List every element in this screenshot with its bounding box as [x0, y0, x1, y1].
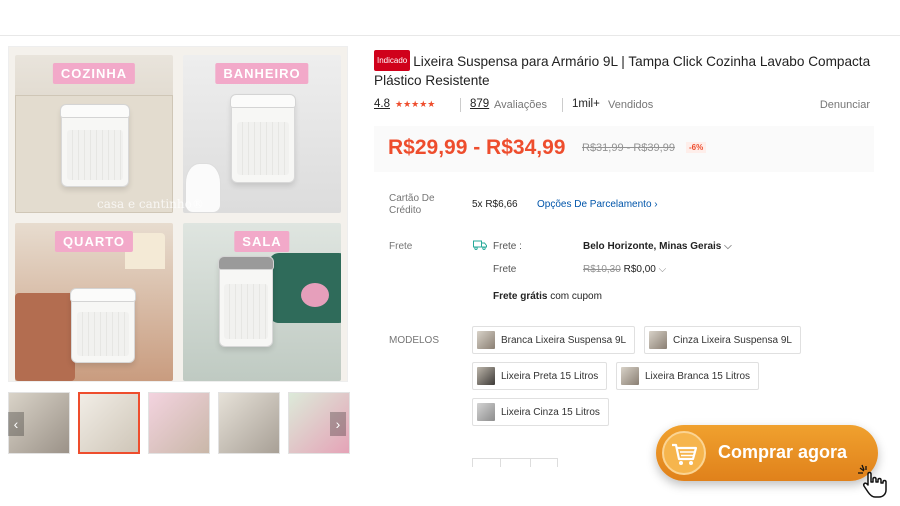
price-box: R$29,99 - R$34,99 R$31,99 - R$39,99 -6% — [374, 126, 874, 172]
product-main-image[interactable]: COZINHA BANHEIRO QUARTO SALA casa e cant… — [8, 46, 348, 382]
quantity-stepper[interactable] — [472, 458, 558, 478]
free-shipping-note: Frete grátis com cupom — [493, 291, 602, 302]
reviews-label: Avaliações — [494, 99, 547, 111]
report-link[interactable]: Denunciar — [820, 99, 870, 111]
model-option[interactable]: Lixeira Branca 15 Litros — [616, 362, 760, 390]
shipping-cost[interactable]: R$10,30 R$0,00 ⌵ — [583, 264, 666, 275]
image-tile-bedroom: QUARTO — [15, 223, 173, 381]
thumbnail-2[interactable] — [78, 392, 140, 454]
variant-thumbnail — [477, 403, 495, 421]
free-shipping-bold: Frete grátis — [493, 291, 548, 302]
variant-thumbnail — [649, 331, 667, 349]
room-label: BANHEIRO — [215, 63, 309, 84]
watermark: casa e cantinho® — [97, 197, 204, 211]
cart-icon — [662, 431, 706, 475]
model-option[interactable]: Lixeira Cinza 15 Litros — [472, 398, 609, 426]
chevron-down-icon: ⌵ — [724, 241, 732, 252]
variant-label: Lixeira Branca 15 Litros — [645, 370, 751, 382]
variant-thumbnail — [477, 367, 495, 385]
rating-stars-icon: ★★★★★ — [395, 99, 436, 109]
original-price-range: R$31,99 - R$39,99 — [582, 142, 675, 154]
image-tile-bathroom: BANHEIRO — [183, 55, 341, 213]
free-shipping-rest: com cupom — [547, 291, 602, 302]
rating-value[interactable]: 4.8 — [374, 98, 390, 110]
shipping-destination-text: Belo Horizonte, Minas Gerais — [583, 241, 722, 252]
variant-label: Lixeira Preta 15 Litros — [501, 370, 599, 382]
buy-now-button[interactable]: Comprar agora — [656, 425, 878, 481]
variant-label: Cinza Lixeira Suspensa 9L — [673, 334, 792, 346]
recommended-badge: Indicado — [374, 50, 411, 71]
chevron-right-icon[interactable]: › — [330, 412, 346, 436]
thumbnail-3[interactable] — [148, 392, 210, 454]
trash-bin-image — [60, 104, 130, 187]
divider — [562, 98, 563, 112]
product-title-text: Lixeira Suspensa para Armário 9L | Tampa… — [374, 54, 871, 88]
buy-now-label: Comprar agora — [718, 442, 848, 462]
variant-thumbnail — [477, 331, 495, 349]
thumbnail-4[interactable] — [218, 392, 280, 454]
model-option[interactable]: Lixeira Preta 15 Litros — [472, 362, 608, 390]
shipping-old-cost: R$10,30 — [583, 264, 621, 275]
discount-badge: -6% — [686, 142, 707, 153]
model-option[interactable]: Cinza Lixeira Suspensa 9L — [644, 326, 801, 354]
shipping-destination[interactable]: Belo Horizonte, Minas Gerais ⌵ — [583, 241, 732, 252]
sold-count: 1mil+ — [572, 98, 600, 110]
product-stats: 4.8 ★★★★★ 879 Avaliações 1mil+ Vendidos … — [374, 98, 872, 114]
image-tile-kitchen: COZINHA — [15, 55, 173, 213]
shipping-new-cost: R$0,00 — [623, 264, 656, 275]
room-label: COZINHA — [52, 63, 136, 84]
variant-label: Lixeira Cinza 15 Litros — [501, 406, 600, 418]
shipping-to-label: Frete : — [493, 241, 522, 252]
price-range: R$29,99 - R$34,99 — [388, 136, 566, 159]
product-header: Indicado Lixeira Suspensa para Armário 9L… — [374, 50, 874, 90]
room-label: SALA — [234, 231, 290, 252]
models-label: MODELOS — [389, 335, 440, 346]
installments-label: Cartão De Crédito — [389, 193, 435, 216]
model-options: Branca Lixeira Suspensa 9L Cinza Lixeira… — [472, 326, 812, 430]
trash-bin-image — [218, 256, 274, 347]
variant-label: Branca Lixeira Suspensa 9L — [501, 334, 627, 346]
header-divider — [0, 35, 900, 36]
image-tile-living-room: SALA — [183, 223, 341, 381]
shipping-cost-label: Frete — [493, 264, 517, 275]
trash-bin-image — [70, 288, 136, 363]
bed-shape — [15, 293, 75, 381]
variant-thumbnail — [621, 367, 639, 385]
installments-options-link[interactable]: Opções De Parcelamento › — [537, 199, 658, 210]
model-option[interactable]: Branca Lixeira Suspensa 9L — [472, 326, 636, 354]
room-label: QUARTO — [54, 231, 134, 252]
truck-icon — [473, 240, 487, 250]
shipping-label: Frete — [389, 241, 413, 252]
flowers-shape — [301, 283, 329, 307]
reviews-count[interactable]: 879 — [470, 98, 489, 110]
sold-label: Vendidos — [608, 99, 654, 111]
chevron-left-icon[interactable]: ‹ — [8, 412, 24, 436]
chevron-down-icon: ⌵ — [658, 264, 667, 275]
trash-bin-image — [230, 94, 296, 183]
product-title: Indicado Lixeira Suspensa para Armário 9L… — [374, 50, 874, 90]
thumbnail-strip: ‹ › — [8, 392, 350, 456]
pointer-hand-icon — [858, 464, 887, 498]
installments-value: 5x R$6,66 — [472, 199, 518, 210]
divider — [460, 98, 461, 112]
